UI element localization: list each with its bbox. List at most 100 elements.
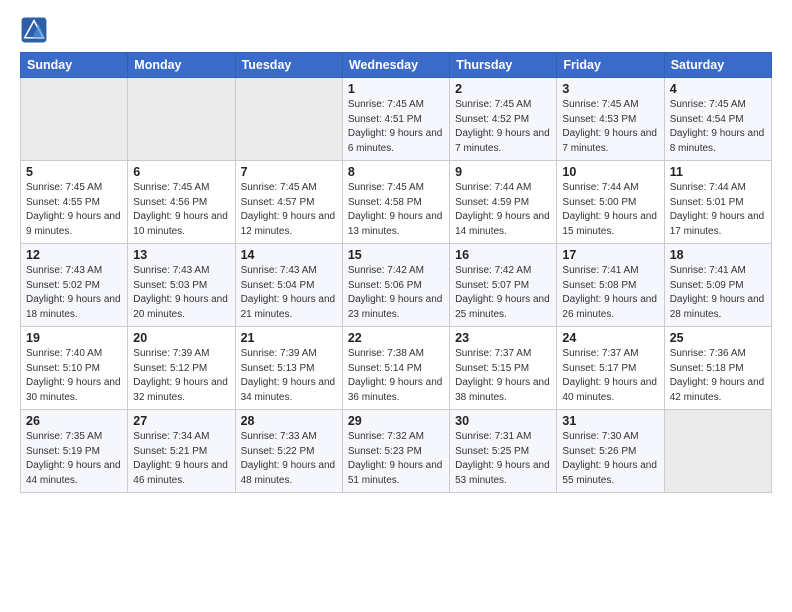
calendar-cell: 26Sunrise: 7:35 AM Sunset: 5:19 PM Dayli…	[21, 410, 128, 493]
day-number: 31	[562, 414, 658, 428]
calendar-cell: 14 Sunrise: 7:43 AM Sunset: 5:04 PM Dayli…	[235, 244, 342, 327]
day-number: 4	[670, 82, 766, 96]
calendar-cell: 13 Sunrise: 7:43 AM Sunset: 5:03 PM Dayli…	[128, 244, 235, 327]
day-info: Sunrise: 7:42 AM Sunset: 5:06 PM Dayligh…	[348, 264, 444, 322]
day-info: Sunrise: 7:43 AM Sunset: 5:02 PM Dayligh…	[26, 264, 122, 322]
day-info: Sunrise: 7:45 AM Sunset: 4:54 PM Dayligh…	[670, 98, 766, 156]
day-number: 15	[348, 248, 444, 262]
calendar-cell: 21 Sunrise: 7:39 AM Sunset: 5:13 PM Dayli…	[235, 327, 342, 410]
day-info: Sunrise: 7:45 AM Sunset: 4:52 PM Dayligh…	[455, 98, 551, 156]
calendar-header-row: SundayMondayTuesdayWednesdayThursdayFrid…	[21, 53, 772, 78]
calendar-cell: 24Sunrise: 7:37 AM Sunset: 5:17 PM Dayli…	[557, 327, 664, 410]
calendar-cell: 20 Sunrise: 7:39 AM Sunset: 5:12 PM Dayli…	[128, 327, 235, 410]
day-info: Sunrise: 7:33 AM Sunset: 5:22 PM Dayligh…	[241, 430, 337, 488]
calendar: SundayMondayTuesdayWednesdayThursdayFrid…	[20, 52, 772, 493]
day-info: Sunrise: 7:37 AM Sunset: 5:17 PM Dayligh…	[562, 347, 658, 405]
day-number: 5	[26, 165, 122, 179]
day-number: 9	[455, 165, 551, 179]
calendar-cell: 11 Sunrise: 7:44 AM Sunset: 5:01 PM Dayli…	[664, 161, 771, 244]
calendar-cell: 9 Sunrise: 7:44 AM Sunset: 4:59 PM Daylig…	[450, 161, 557, 244]
week-row-3: 12 Sunrise: 7:43 AM Sunset: 5:02 PM Dayli…	[21, 244, 772, 327]
day-header-sunday: Sunday	[21, 53, 128, 78]
day-number: 12	[26, 248, 122, 262]
calendar-cell: 4 Sunrise: 7:45 AM Sunset: 4:54 PM Daylig…	[664, 78, 771, 161]
calendar-cell: 27 Sunrise: 7:34 AM Sunset: 5:21 PM Dayli…	[128, 410, 235, 493]
day-info: Sunrise: 7:32 AM Sunset: 5:23 PM Dayligh…	[348, 430, 444, 488]
calendar-cell: 23 Sunrise: 7:37 AM Sunset: 5:15 PM Dayli…	[450, 327, 557, 410]
day-info: Sunrise: 7:45 AM Sunset: 4:51 PM Dayligh…	[348, 98, 444, 156]
calendar-cell: 18 Sunrise: 7:41 AM Sunset: 5:09 PM Dayli…	[664, 244, 771, 327]
day-info: Sunrise: 7:39 AM Sunset: 5:12 PM Dayligh…	[133, 347, 229, 405]
day-info: Sunrise: 7:39 AM Sunset: 5:13 PM Dayligh…	[241, 347, 337, 405]
day-number: 23	[455, 331, 551, 345]
day-number: 20	[133, 331, 229, 345]
day-number: 14	[241, 248, 337, 262]
calendar-cell	[21, 78, 128, 161]
day-number: 16	[455, 248, 551, 262]
day-header-monday: Monday	[128, 53, 235, 78]
day-number: 21	[241, 331, 337, 345]
day-info: Sunrise: 7:43 AM Sunset: 5:04 PM Dayligh…	[241, 264, 337, 322]
day-info: Sunrise: 7:44 AM Sunset: 5:01 PM Dayligh…	[670, 181, 766, 239]
day-number: 22	[348, 331, 444, 345]
day-info: Sunrise: 7:37 AM Sunset: 5:15 PM Dayligh…	[455, 347, 551, 405]
calendar-cell: 25 Sunrise: 7:36 AM Sunset: 5:18 PM Dayli…	[664, 327, 771, 410]
calendar-cell: 16 Sunrise: 7:42 AM Sunset: 5:07 PM Dayli…	[450, 244, 557, 327]
day-header-thursday: Thursday	[450, 53, 557, 78]
logo-icon	[20, 16, 48, 44]
day-header-wednesday: Wednesday	[342, 53, 449, 78]
day-info: Sunrise: 7:45 AM Sunset: 4:56 PM Dayligh…	[133, 181, 229, 239]
calendar-cell	[128, 78, 235, 161]
day-number: 25	[670, 331, 766, 345]
day-info: Sunrise: 7:45 AM Sunset: 4:55 PM Dayligh…	[26, 181, 122, 239]
calendar-cell: 22 Sunrise: 7:38 AM Sunset: 5:14 PM Dayli…	[342, 327, 449, 410]
day-number: 7	[241, 165, 337, 179]
day-info: Sunrise: 7:34 AM Sunset: 5:21 PM Dayligh…	[133, 430, 229, 488]
day-number: 17	[562, 248, 658, 262]
day-info: Sunrise: 7:41 AM Sunset: 5:08 PM Dayligh…	[562, 264, 658, 322]
calendar-cell: 17 Sunrise: 7:41 AM Sunset: 5:08 PM Dayli…	[557, 244, 664, 327]
calendar-cell: 31Sunrise: 7:30 AM Sunset: 5:26 PM Dayli…	[557, 410, 664, 493]
calendar-cell: 12 Sunrise: 7:43 AM Sunset: 5:02 PM Dayli…	[21, 244, 128, 327]
day-number: 29	[348, 414, 444, 428]
day-number: 10	[562, 165, 658, 179]
day-number: 2	[455, 82, 551, 96]
calendar-cell: 2 Sunrise: 7:45 AM Sunset: 4:52 PM Daylig…	[450, 78, 557, 161]
day-number: 27	[133, 414, 229, 428]
calendar-cell: 19Sunrise: 7:40 AM Sunset: 5:10 PM Dayli…	[21, 327, 128, 410]
day-info: Sunrise: 7:36 AM Sunset: 5:18 PM Dayligh…	[670, 347, 766, 405]
day-number: 18	[670, 248, 766, 262]
calendar-cell: 29 Sunrise: 7:32 AM Sunset: 5:23 PM Dayli…	[342, 410, 449, 493]
week-row-2: 5 Sunrise: 7:45 AM Sunset: 4:55 PM Daylig…	[21, 161, 772, 244]
calendar-cell	[664, 410, 771, 493]
calendar-cell: 1 Sunrise: 7:45 AM Sunset: 4:51 PM Daylig…	[342, 78, 449, 161]
week-row-4: 19Sunrise: 7:40 AM Sunset: 5:10 PM Dayli…	[21, 327, 772, 410]
calendar-cell: 7Sunrise: 7:45 AM Sunset: 4:57 PM Daylig…	[235, 161, 342, 244]
week-row-1: 1 Sunrise: 7:45 AM Sunset: 4:51 PM Daylig…	[21, 78, 772, 161]
calendar-cell: 10 Sunrise: 7:44 AM Sunset: 5:00 PM Dayli…	[557, 161, 664, 244]
day-info: Sunrise: 7:31 AM Sunset: 5:25 PM Dayligh…	[455, 430, 551, 488]
page: SundayMondayTuesdayWednesdayThursdayFrid…	[0, 0, 792, 509]
header	[20, 16, 772, 44]
calendar-cell	[235, 78, 342, 161]
day-number: 1	[348, 82, 444, 96]
calendar-cell: 5 Sunrise: 7:45 AM Sunset: 4:55 PM Daylig…	[21, 161, 128, 244]
day-header-friday: Friday	[557, 53, 664, 78]
day-info: Sunrise: 7:44 AM Sunset: 5:00 PM Dayligh…	[562, 181, 658, 239]
day-number: 13	[133, 248, 229, 262]
day-info: Sunrise: 7:41 AM Sunset: 5:09 PM Dayligh…	[670, 264, 766, 322]
day-info: Sunrise: 7:42 AM Sunset: 5:07 PM Dayligh…	[455, 264, 551, 322]
day-number: 8	[348, 165, 444, 179]
day-info: Sunrise: 7:45 AM Sunset: 4:53 PM Dayligh…	[562, 98, 658, 156]
day-info: Sunrise: 7:35 AM Sunset: 5:19 PM Dayligh…	[26, 430, 122, 488]
day-info: Sunrise: 7:38 AM Sunset: 5:14 PM Dayligh…	[348, 347, 444, 405]
day-info: Sunrise: 7:43 AM Sunset: 5:03 PM Dayligh…	[133, 264, 229, 322]
day-number: 11	[670, 165, 766, 179]
day-info: Sunrise: 7:44 AM Sunset: 4:59 PM Dayligh…	[455, 181, 551, 239]
day-number: 6	[133, 165, 229, 179]
calendar-cell: 15 Sunrise: 7:42 AM Sunset: 5:06 PM Dayli…	[342, 244, 449, 327]
calendar-cell: 8Sunrise: 7:45 AM Sunset: 4:58 PM Daylig…	[342, 161, 449, 244]
day-number: 19	[26, 331, 122, 345]
logo	[20, 16, 50, 44]
calendar-cell: 30Sunrise: 7:31 AM Sunset: 5:25 PM Dayli…	[450, 410, 557, 493]
